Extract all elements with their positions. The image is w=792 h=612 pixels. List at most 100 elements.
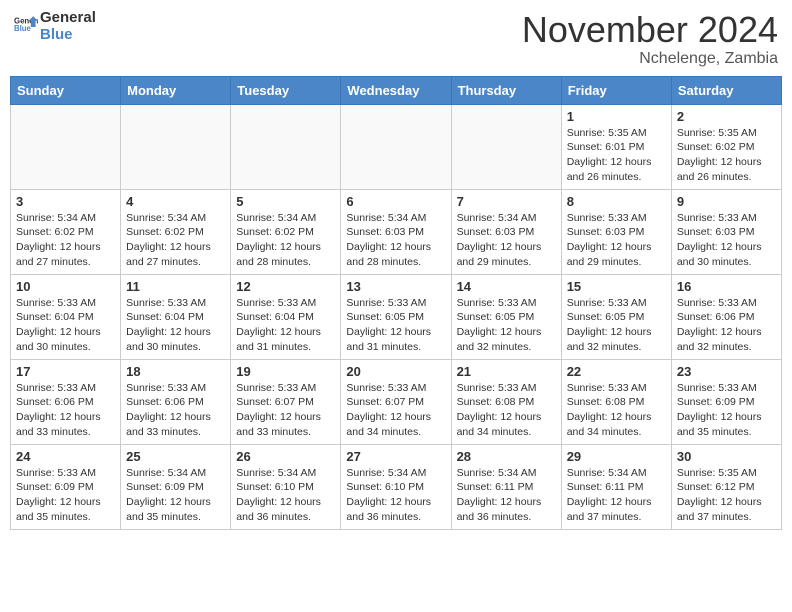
day-info: Sunrise: 5:35 AMSunset: 6:12 PMDaylight:… — [677, 466, 776, 525]
svg-text:Blue: Blue — [14, 24, 32, 33]
calendar-table: SundayMondayTuesdayWednesdayThursdayFrid… — [10, 76, 782, 530]
calendar-cell-3-1: 10 Sunrise: 5:33 AMSunset: 6:04 PMDayligh… — [11, 274, 121, 359]
calendar-cell-4-4: 20 Sunrise: 5:33 AMSunset: 6:07 PMDayligh… — [341, 359, 451, 444]
day-number: 29 — [567, 449, 666, 464]
logo-line2: Blue — [40, 27, 96, 44]
day-number: 20 — [346, 364, 445, 379]
month-year-title: November 2024 — [522, 10, 778, 50]
day-info: Sunrise: 5:33 AMSunset: 6:04 PMDaylight:… — [16, 296, 115, 355]
day-info: Sunrise: 5:34 AMSunset: 6:03 PMDaylight:… — [346, 211, 445, 270]
day-info: Sunrise: 5:33 AMSunset: 6:07 PMDaylight:… — [236, 381, 335, 440]
calendar-cell-1-7: 2 Sunrise: 5:35 AMSunset: 6:02 PMDaylight… — [671, 104, 781, 189]
location-subtitle: Nchelenge, Zambia — [522, 50, 778, 68]
calendar-cell-1-2 — [121, 104, 231, 189]
day-number: 3 — [16, 194, 115, 209]
day-number: 19 — [236, 364, 335, 379]
day-info: Sunrise: 5:34 AMSunset: 6:10 PMDaylight:… — [236, 466, 335, 525]
day-info: Sunrise: 5:33 AMSunset: 6:05 PMDaylight:… — [567, 296, 666, 355]
day-number: 10 — [16, 279, 115, 294]
day-info: Sunrise: 5:33 AMSunset: 6:03 PMDaylight:… — [567, 211, 666, 270]
calendar-cell-3-4: 13 Sunrise: 5:33 AMSunset: 6:05 PMDayligh… — [341, 274, 451, 359]
day-number: 18 — [126, 364, 225, 379]
calendar-cell-4-1: 17 Sunrise: 5:33 AMSunset: 6:06 PMDayligh… — [11, 359, 121, 444]
day-info: Sunrise: 5:33 AMSunset: 6:08 PMDaylight:… — [567, 381, 666, 440]
calendar-cell-2-5: 7 Sunrise: 5:34 AMSunset: 6:03 PMDaylight… — [451, 189, 561, 274]
day-number: 15 — [567, 279, 666, 294]
day-info: Sunrise: 5:35 AMSunset: 6:02 PMDaylight:… — [677, 126, 776, 185]
page-header: General Blue General Blue November 2024 … — [10, 10, 782, 68]
calendar-cell-3-5: 14 Sunrise: 5:33 AMSunset: 6:05 PMDayligh… — [451, 274, 561, 359]
day-number: 8 — [567, 194, 666, 209]
calendar-cell-4-3: 19 Sunrise: 5:33 AMSunset: 6:07 PMDayligh… — [231, 359, 341, 444]
logo-icon: General Blue — [14, 12, 38, 36]
day-info: Sunrise: 5:33 AMSunset: 6:05 PMDaylight:… — [346, 296, 445, 355]
calendar-cell-2-3: 5 Sunrise: 5:34 AMSunset: 6:02 PMDaylight… — [231, 189, 341, 274]
day-info: Sunrise: 5:33 AMSunset: 6:04 PMDaylight:… — [236, 296, 335, 355]
day-info: Sunrise: 5:33 AMSunset: 6:03 PMDaylight:… — [677, 211, 776, 270]
day-info: Sunrise: 5:33 AMSunset: 6:08 PMDaylight:… — [457, 381, 556, 440]
day-info: Sunrise: 5:34 AMSunset: 6:10 PMDaylight:… — [346, 466, 445, 525]
calendar-cell-2-7: 9 Sunrise: 5:33 AMSunset: 6:03 PMDaylight… — [671, 189, 781, 274]
day-info: Sunrise: 5:33 AMSunset: 6:05 PMDaylight:… — [457, 296, 556, 355]
calendar-cell-2-2: 4 Sunrise: 5:34 AMSunset: 6:02 PMDaylight… — [121, 189, 231, 274]
day-number: 14 — [457, 279, 556, 294]
day-number: 13 — [346, 279, 445, 294]
day-info: Sunrise: 5:33 AMSunset: 6:09 PMDaylight:… — [16, 466, 115, 525]
day-number: 11 — [126, 279, 225, 294]
day-info: Sunrise: 5:34 AMSunset: 6:02 PMDaylight:… — [236, 211, 335, 270]
day-number: 24 — [16, 449, 115, 464]
calendar-cell-1-3 — [231, 104, 341, 189]
calendar-cell-3-3: 12 Sunrise: 5:33 AMSunset: 6:04 PMDayligh… — [231, 274, 341, 359]
calendar-week-row-4: 17 Sunrise: 5:33 AMSunset: 6:06 PMDayligh… — [11, 359, 782, 444]
calendar-cell-5-4: 27 Sunrise: 5:34 AMSunset: 6:10 PMDayligh… — [341, 444, 451, 529]
calendar-cell-4-2: 18 Sunrise: 5:33 AMSunset: 6:06 PMDayligh… — [121, 359, 231, 444]
day-number: 17 — [16, 364, 115, 379]
calendar-cell-5-1: 24 Sunrise: 5:33 AMSunset: 6:09 PMDayligh… — [11, 444, 121, 529]
day-number: 6 — [346, 194, 445, 209]
day-number: 5 — [236, 194, 335, 209]
day-number: 2 — [677, 109, 776, 124]
calendar-cell-1-1 — [11, 104, 121, 189]
day-number: 25 — [126, 449, 225, 464]
title-block: November 2024 Nchelenge, Zambia — [522, 10, 778, 68]
calendar-cell-4-6: 22 Sunrise: 5:33 AMSunset: 6:08 PMDayligh… — [561, 359, 671, 444]
calendar-cell-3-6: 15 Sunrise: 5:33 AMSunset: 6:05 PMDayligh… — [561, 274, 671, 359]
calendar-week-row-1: 1 Sunrise: 5:35 AMSunset: 6:01 PMDaylight… — [11, 104, 782, 189]
weekday-header-sunday: Sunday — [11, 76, 121, 104]
weekday-header-friday: Friday — [561, 76, 671, 104]
weekday-header-saturday: Saturday — [671, 76, 781, 104]
day-number: 12 — [236, 279, 335, 294]
day-number: 1 — [567, 109, 666, 124]
day-number: 22 — [567, 364, 666, 379]
calendar-cell-5-5: 28Sunrise: 5:34 AMSunset: 6:11 PMDayligh… — [451, 444, 561, 529]
logo-line1: General — [40, 10, 96, 27]
day-number: 30 — [677, 449, 776, 464]
logo: General Blue General Blue — [14, 10, 96, 43]
day-info: Sunrise: 5:35 AMSunset: 6:01 PMDaylight:… — [567, 126, 666, 185]
calendar-header-row: SundayMondayTuesdayWednesdayThursdayFrid… — [11, 76, 782, 104]
day-info: Sunrise: 5:34 AMSunset: 6:09 PMDaylight:… — [126, 466, 225, 525]
calendar-cell-1-4 — [341, 104, 451, 189]
day-info: Sunrise: 5:33 AMSunset: 6:06 PMDaylight:… — [16, 381, 115, 440]
calendar-cell-2-4: 6 Sunrise: 5:34 AMSunset: 6:03 PMDaylight… — [341, 189, 451, 274]
day-number: 9 — [677, 194, 776, 209]
day-number: 21 — [457, 364, 556, 379]
calendar-week-row-2: 3 Sunrise: 5:34 AMSunset: 6:02 PMDaylight… — [11, 189, 782, 274]
calendar-cell-4-5: 21 Sunrise: 5:33 AMSunset: 6:08 PMDayligh… — [451, 359, 561, 444]
day-number: 4 — [126, 194, 225, 209]
weekday-header-tuesday: Tuesday — [231, 76, 341, 104]
calendar-cell-5-2: 25 Sunrise: 5:34 AMSunset: 6:09 PMDayligh… — [121, 444, 231, 529]
day-number: 27 — [346, 449, 445, 464]
day-number: 7 — [457, 194, 556, 209]
day-number: 16 — [677, 279, 776, 294]
day-number: 23 — [677, 364, 776, 379]
calendar-cell-1-5 — [451, 104, 561, 189]
day-info: Sunrise: 5:34 AMSunset: 6:03 PMDaylight:… — [457, 211, 556, 270]
calendar-cell-5-7: 30 Sunrise: 5:35 AMSunset: 6:12 PMDayligh… — [671, 444, 781, 529]
day-info: Sunrise: 5:34 AMSunset: 6:02 PMDaylight:… — [126, 211, 225, 270]
day-info: Sunrise: 5:34 AMSunset: 6:02 PMDaylight:… — [16, 211, 115, 270]
day-info: Sunrise: 5:33 AMSunset: 6:07 PMDaylight:… — [346, 381, 445, 440]
day-info: Sunrise: 5:33 AMSunset: 6:06 PMDaylight:… — [126, 381, 225, 440]
day-info: Sunrise: 5:33 AMSunset: 6:09 PMDaylight:… — [677, 381, 776, 440]
weekday-header-monday: Monday — [121, 76, 231, 104]
